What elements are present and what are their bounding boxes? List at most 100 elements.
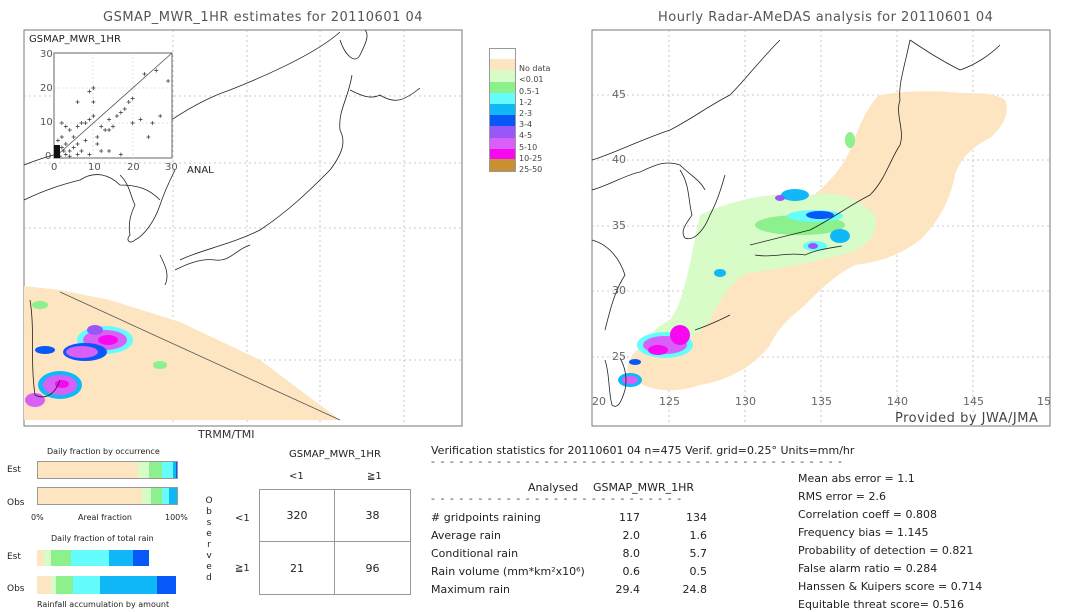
score-line: Probability of detection = 0.821 [798,544,974,557]
legend-label: 5-10 [519,142,538,152]
bar-segment [132,550,149,566]
contingency-title: GSMAP_MWR_1HR [289,449,381,460]
scatter-xtick-10: 10 [88,162,101,173]
scatter-ytick-30: 30 [40,49,53,60]
observed-letter: v [206,551,212,561]
legend-swatch [489,70,516,82]
score-line: Frequency bias = 1.145 [798,526,929,539]
bar-segment [37,576,51,594]
data-provider-credit: Provided by JWA/JMA [895,411,1039,426]
bar-segment [175,462,178,478]
bar-segment [56,576,74,594]
occ-axis-left: 0% [31,513,44,522]
column-divider: - - - - - - - - - - - - - - - - - - - - … [431,492,686,505]
occurrence-title: Daily fraction by occurrence [47,447,160,456]
longitude-label: 145 [963,395,984,408]
latitude-label: 25 [612,350,626,363]
stat-analysed: 0.6 [622,565,641,578]
scatter-xtick-20: 20 [127,162,140,173]
bar-segment [161,462,173,478]
longitude-label: 125 [659,395,680,408]
score-line: Correlation coeff = 0.808 [798,508,937,521]
observed-letter: O [205,496,213,506]
longitude-label: 15 [1037,395,1051,408]
scatter-ytick-0: 0 [45,151,52,162]
observed-axis-label: Observed [204,496,214,584]
cell-miss: 21 [260,542,335,594]
scatter-xlabel: ANAL [187,165,214,176]
legend-label: 25-50 [519,164,543,174]
contingency-col-lt1: <1 [289,471,304,482]
stat-label: # gridpoints raining [431,511,541,524]
legend-swatch [489,126,516,138]
bar-segment [38,462,139,478]
legend-label: 0.5-1 [519,86,540,96]
legend-swatch [489,159,516,172]
bar-segment [138,462,150,478]
stat-label: Conditional rain [431,547,519,560]
legend-label: 2-3 [519,109,533,119]
scatter-ytick-10: 10 [40,117,53,128]
longitude-label: 140 [887,395,908,408]
longitude-label: 135 [811,395,832,408]
stat-gsmap: 24.8 [682,583,708,596]
contingency-row-lt1: <1 [235,513,250,524]
cell-false-alarm: 38 [335,490,410,542]
observed-letter: s [206,518,212,528]
cell-hit: 96 [365,561,380,575]
observed-letter: e [206,562,212,572]
score-line: Mean abs error = 1.1 [798,472,915,485]
legend-label: 3-4 [519,120,533,130]
bar-segment [50,550,72,566]
legend-label: 4-5 [519,131,533,141]
cell-hits-neg: 320 [260,490,335,542]
stat-label: Rain volume (mm*km²x10⁶) [431,565,585,578]
legend-label: No data [519,64,551,74]
header-divider: - - - - - - - - - - - - - - - - - - - - … [431,455,846,468]
stat-gsmap: 1.6 [689,529,708,542]
legend-label: 10-25 [519,153,543,163]
scatter-inset [53,52,173,159]
stat-analysed: 2.0 [622,529,641,542]
occ-axis-mid: Areal fraction [78,513,132,522]
bar-segment [109,550,133,566]
occurrence-obs-bar [37,487,178,505]
right-map [591,29,1051,427]
scatter-dense-cluster [54,145,60,158]
legend-item [489,47,550,60]
latitude-label: 30 [612,284,626,297]
bar-segment [149,462,162,478]
occurrence-est-bar [37,461,178,479]
total-est-label: Est [7,552,21,562]
contingency-col-ge1: ≧1 [367,471,382,482]
stat-label: Maximum rain [431,583,510,596]
bar-segment [73,576,100,594]
accumulation-title: Rainfall accumulation by amount [37,600,170,609]
stat-gsmap: 0.5 [689,565,708,578]
latitude-label: 45 [612,88,626,101]
occ-axis-right: 100% [165,513,188,522]
contingency-row-ge1: ≧1 [235,563,250,574]
score-line: Equitable threat score= 0.516 [798,598,964,611]
contingency-grid: 320 38 21 96 [259,489,411,595]
bar-segment [168,488,177,504]
bar-segment [71,550,110,566]
legend-swatch [489,103,516,116]
occ-obs-label: Obs [7,498,25,508]
total-obs-bar [37,576,176,594]
scatter-ylabel: GSMAP_MWR_1HR [29,34,121,45]
score-line: Hanssen & Kuipers score = 0.714 [798,580,983,593]
latitude-label: 35 [612,219,626,232]
latitude-label: 20 [592,395,606,408]
bar-segment [156,576,176,594]
stat-label: Average rain [431,529,501,542]
total-obs-label: Obs [7,584,25,594]
bar-segment [142,488,151,504]
legend-item: No data [489,59,551,74]
scatter-ytick-20: 20 [40,83,53,94]
observed-letter: e [206,529,212,539]
bar-segment [150,488,162,504]
legend-label: <0.01 [519,75,544,85]
legend-swatch [489,148,516,160]
occ-est-label: Est [7,465,21,475]
